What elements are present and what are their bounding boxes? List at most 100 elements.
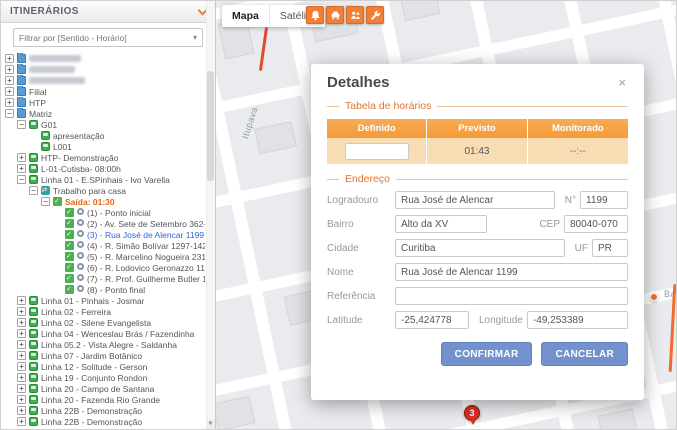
- tree-item[interactable]: + Linha 12 - Solitude - Gerson: [1, 361, 205, 372]
- tree-item[interactable]: + Linha 02 - Silene Evangelista: [1, 317, 205, 328]
- sidebar-header[interactable]: ITINERÁRIOS: [1, 1, 215, 23]
- itineraries-sidebar: ITINERÁRIOS Filtrar por [Sentido - Horár…: [1, 1, 216, 429]
- referencia-input[interactable]: [395, 287, 628, 305]
- tree-item[interactable]: +: [1, 53, 205, 64]
- uf-input[interactable]: [592, 239, 628, 257]
- filter-select-value: Filtrar por [Sentido - Horário]: [19, 32, 127, 43]
- tree-item[interactable]: + HTP- Demonstração: [1, 152, 205, 163]
- tree-item[interactable]: (2) - Av. Sete de Setembro 362-65: [1, 218, 205, 229]
- tree-item[interactable]: − Matriz: [1, 108, 205, 119]
- cancel-button[interactable]: CANCELAR: [541, 342, 628, 366]
- nome-input[interactable]: [395, 263, 628, 281]
- tree-item[interactable]: + Linha 04 - Wenceslau Brás / Fazendinha: [1, 328, 205, 339]
- definido-cell: [327, 138, 428, 164]
- bairro-input[interactable]: [395, 215, 487, 233]
- tree-item[interactable]: + L-01-Cutisba- 08:00h: [1, 163, 205, 174]
- tree-item-label: Saída: 01:30: [65, 196, 115, 207]
- bus-icon: [29, 318, 38, 327]
- expand-icon[interactable]: +: [17, 329, 26, 338]
- tree-item[interactable]: − Saída: 01:30: [1, 196, 205, 207]
- cidade-input[interactable]: [395, 239, 565, 257]
- expand-icon[interactable]: +: [17, 373, 26, 382]
- tree-item[interactable]: − Linha 01 - E.SPinhais - Ivo Varella: [1, 174, 205, 185]
- expand-icon[interactable]: +: [5, 76, 14, 85]
- tree-item[interactable]: (1) - Ponto inicial: [1, 207, 205, 218]
- collapse-icon[interactable]: −: [29, 186, 38, 195]
- expand-icon[interactable]: +: [17, 384, 26, 393]
- expand-icon[interactable]: +: [17, 395, 26, 404]
- tree-item[interactable]: + Linha 22B - Demonstração: [1, 405, 205, 416]
- tree-item[interactable]: L001: [1, 141, 205, 152]
- tree-item[interactable]: − G01: [1, 119, 205, 130]
- tree-item-label: Linha 22B - Demonstração: [41, 405, 143, 416]
- tree-item[interactable]: + Filial: [1, 86, 205, 97]
- scrollbar-thumb[interactable]: [207, 71, 214, 181]
- tree-item[interactable]: + Linha 20 - Fazenda Rio Grande: [1, 394, 205, 405]
- longitude-input[interactable]: [526, 311, 628, 329]
- tree-item[interactable]: +: [1, 75, 205, 86]
- tree-item[interactable]: + Linha 22B - Demonstração: [1, 416, 205, 427]
- expand-icon[interactable]: +: [17, 406, 26, 415]
- tree-item[interactable]: + Linha 01 - Pinhais - Josmar: [1, 295, 205, 306]
- expand-icon[interactable]: +: [17, 351, 26, 360]
- close-icon[interactable]: ×: [616, 74, 628, 91]
- map-canvas[interactable]: Itupava Barnabé 3 Mapa Satélite: [216, 1, 676, 429]
- logradouro-input[interactable]: [395, 191, 555, 209]
- tree-item[interactable]: + HTP: [1, 97, 205, 108]
- definido-time-input[interactable]: [344, 142, 409, 160]
- tree-item[interactable]: (3) - Rua José de Alencar 1199: [1, 229, 205, 240]
- scrollbar-down-arrow[interactable]: ▼: [206, 419, 215, 429]
- tree-item[interactable]: apresentação: [1, 130, 205, 141]
- collapse-icon[interactable]: −: [17, 175, 26, 184]
- bus-icon: [29, 417, 38, 426]
- expand-icon[interactable]: +: [17, 340, 26, 349]
- expand-icon[interactable]: +: [17, 417, 26, 426]
- expand-icon[interactable]: +: [17, 362, 26, 371]
- tree-item[interactable]: + Linha 02 - Ferreira: [1, 306, 205, 317]
- expand-icon[interactable]: +: [17, 153, 26, 162]
- filter-select[interactable]: Filtrar por [Sentido - Horário] ▾: [13, 28, 203, 47]
- expand-icon[interactable]: +: [17, 164, 26, 173]
- referencia-label: Referência: [327, 290, 376, 302]
- tree-item[interactable]: + Linha 19 - Conjunto Rondon: [1, 372, 205, 383]
- map-view-button[interactable]: Mapa: [222, 5, 269, 27]
- latitude-input[interactable]: [395, 311, 469, 329]
- cidade-label: Cidade: [327, 242, 359, 254]
- numero-input[interactable]: [580, 191, 628, 209]
- cep-input[interactable]: [564, 215, 628, 233]
- stop-3-map-marker[interactable]: 3: [464, 405, 480, 425]
- expand-icon[interactable]: +: [5, 54, 14, 63]
- confirm-button[interactable]: CONFIRMAR: [440, 342, 533, 366]
- tree-item[interactable]: (6) - R. Lodovico Geronazzo 1166: [1, 262, 205, 273]
- expand-icon[interactable]: +: [17, 296, 26, 305]
- collapse-icon[interactable]: −: [17, 120, 26, 129]
- dialog-actions: CONFIRMAR CANCELAR: [327, 342, 628, 366]
- tree-item[interactable]: + Linha 05.2 - Vista Alegre - Saldanha: [1, 339, 205, 350]
- expand-icon[interactable]: +: [17, 307, 26, 316]
- car-icon: [331, 11, 339, 19]
- expand-icon[interactable]: +: [5, 87, 14, 96]
- expand-icon[interactable]: +: [5, 98, 14, 107]
- expand-icon[interactable]: +: [5, 65, 14, 74]
- vehicles-tool-button[interactable]: [326, 6, 344, 24]
- bus-stop-marker[interactable]: [650, 293, 658, 301]
- collapse-icon[interactable]: −: [41, 197, 50, 206]
- tree-item[interactable]: + Linha 07 - Jardim Botânico: [1, 350, 205, 361]
- tree-item[interactable]: +: [1, 64, 205, 75]
- check-icon: [65, 285, 74, 294]
- pin-icon: [77, 230, 84, 239]
- tree-item[interactable]: (5) - R. Marcelino Nogueira 231-4: [1, 251, 205, 262]
- tree-item[interactable]: (7) - R. Prof. Guilherme Butler 10: [1, 273, 205, 284]
- tree-item-label: (3) - Rua José de Alencar 1199: [87, 229, 205, 240]
- maintenance-tool-button[interactable]: [366, 6, 384, 24]
- tree-item[interactable]: + Linha 20 - Campo de Santana: [1, 383, 205, 394]
- tree-item[interactable]: − Trabalho para casa: [1, 185, 205, 196]
- collapse-icon[interactable]: −: [5, 109, 14, 118]
- tree-item[interactable]: (8) - Ponto final: [1, 284, 205, 295]
- alerts-tool-button[interactable]: [306, 6, 324, 24]
- tree-item[interactable]: (4) - R. Simão Bolívar 1297-1429: [1, 240, 205, 251]
- passengers-tool-button[interactable]: [346, 6, 364, 24]
- check-icon: [65, 241, 74, 250]
- sidebar-scrollbar[interactable]: ▼: [206, 1, 215, 429]
- expand-icon[interactable]: +: [17, 318, 26, 327]
